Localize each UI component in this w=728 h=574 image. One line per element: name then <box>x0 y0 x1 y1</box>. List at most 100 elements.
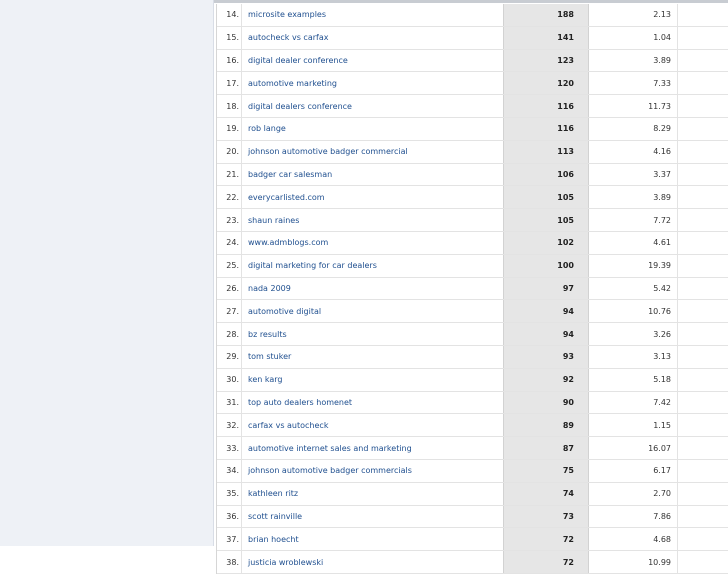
keyword-link[interactable]: www.admblogs.com <box>248 238 328 247</box>
table-row: 20.johnson automotive badger commercial1… <box>217 141 728 164</box>
visits-value: 94 <box>503 323 589 345</box>
keyword-link[interactable]: bz results <box>248 330 287 339</box>
clipped-column-cell: 0 <box>677 392 728 414</box>
keyword-link[interactable]: nada 2009 <box>248 284 291 293</box>
keyword-link[interactable]: johnson automotive badger commercial <box>248 147 408 156</box>
keyword-link[interactable]: rob lange <box>248 124 286 133</box>
keyword-link[interactable]: autocheck vs carfax <box>248 33 328 42</box>
clipped-column-cell: 0 <box>677 414 728 436</box>
row-rank: 26. <box>217 278 239 300</box>
row-rank: 14. <box>217 4 239 26</box>
row-rank: 31. <box>217 392 239 414</box>
keyword-link[interactable]: automotive digital <box>248 307 321 316</box>
visits-value: 94 <box>503 300 589 322</box>
keyword-cell: tom stuker <box>241 346 508 368</box>
keyword-cell: johnson automotive badger commercials <box>241 460 508 482</box>
keyword-link[interactable]: top auto dealers homenet <box>248 398 352 407</box>
row-rank: 25. <box>217 255 239 277</box>
keyword-link[interactable]: brian hoecht <box>248 535 299 544</box>
keyword-link[interactable]: scott rainville <box>248 512 302 521</box>
table-row: 14. microsite examples 1882.130 <box>217 4 728 27</box>
table-row: 25.digital marketing for car dealers1001… <box>217 255 728 278</box>
clipped-column-cell: 0 <box>677 528 728 550</box>
keyword-link[interactable]: automotive marketing <box>248 79 337 88</box>
row-rank: 38. <box>217 551 239 573</box>
table-row: 28.bz results943.260 <box>217 323 728 346</box>
visits-value: 120 <box>503 72 589 94</box>
keyword-report-table: 14.microsite examples1882.13015.autochec… <box>216 4 728 574</box>
keyword-link[interactable]: johnson automotive badger commercials <box>248 466 412 475</box>
table-row: 35.kathleen ritz742.700 <box>217 483 728 506</box>
table-row: 34.johnson automotive badger commercials… <box>217 460 728 483</box>
visits-value: 74 <box>503 483 589 505</box>
pages-per-visit-value: 1.04 <box>589 27 677 49</box>
clipped-column-cell: 0 <box>677 186 728 208</box>
keyword-link[interactable]: automotive internet sales and marketing <box>248 444 412 453</box>
table-row: 27.automotive digital9410.760 <box>217 300 728 323</box>
pages-per-visit-value: 10.99 <box>589 551 677 573</box>
keyword-cell: nada 2009 <box>241 278 508 300</box>
row-rank: 36. <box>217 506 239 528</box>
clipped-column-cell: 0 <box>677 506 728 528</box>
keyword-link[interactable]: carfax vs autocheck <box>248 421 328 430</box>
keyword-link[interactable]: badger car salesman <box>248 170 332 179</box>
visits-value: 141 <box>503 27 589 49</box>
clipped-column-cell: 0 <box>677 437 728 459</box>
visits-value: 93 <box>503 346 589 368</box>
pages-per-visit-value: 4.16 <box>589 141 677 163</box>
keyword-cell: ken karg <box>241 369 508 391</box>
pages-per-visit-value: 2.13 <box>589 4 677 26</box>
keyword-link[interactable]: justicia wroblewski <box>248 558 323 567</box>
visits-value: 116 <box>503 95 589 117</box>
keyword-link[interactable]: digital dealers conference <box>248 102 352 111</box>
clipped-column-cell: 0 <box>677 551 728 573</box>
keyword-link[interactable]: digital marketing for car dealers <box>248 261 377 270</box>
keyword-link[interactable]: kathleen ritz <box>248 489 298 498</box>
row-rank: 23. <box>217 209 239 231</box>
clipped-column-cell: 0 <box>677 27 728 49</box>
visits-value: 106 <box>503 164 589 186</box>
clipped-column-cell: 0 <box>677 483 728 505</box>
keyword-link[interactable]: ken karg <box>248 375 283 384</box>
visits-value: 72 <box>503 528 589 550</box>
keyword-cell: top auto dealers homenet <box>241 392 508 414</box>
keyword-link[interactable]: everycarlisted.com <box>248 193 325 202</box>
row-rank: 19. <box>217 118 239 140</box>
table-row: 23.shaun raines1057.720 <box>217 209 728 232</box>
keyword-link[interactable]: microsite examples <box>248 10 326 19</box>
clipped-column-cell: 0 <box>677 141 728 163</box>
table-row: 16.digital dealer conference1233.890 <box>217 50 728 73</box>
visits-value: 100 <box>503 255 589 277</box>
clipped-column-cell: 0 <box>677 164 728 186</box>
table-row: 15.autocheck vs carfax1411.040 <box>217 27 728 50</box>
pages-per-visit-value: 1.15 <box>589 414 677 436</box>
pages-per-visit-value: 11.73 <box>589 95 677 117</box>
keyword-cell: digital dealers conference <box>241 95 508 117</box>
row-rank: 33. <box>217 437 239 459</box>
keyword-link[interactable]: digital dealer conference <box>248 56 348 65</box>
keyword-link[interactable]: tom stuker <box>248 352 291 361</box>
keyword-cell: badger car salesman <box>241 164 508 186</box>
clipped-column-cell: 0 <box>677 72 728 94</box>
keyword-cell: rob lange <box>241 118 508 140</box>
table-row: 31.top auto dealers homenet907.420 <box>217 392 728 415</box>
pages-per-visit-value: 3.89 <box>589 186 677 208</box>
keyword-cell: johnson automotive badger commercial <box>241 141 508 163</box>
visits-value: 113 <box>503 141 589 163</box>
row-rank: 24. <box>217 232 239 254</box>
clipped-column-cell: 0 <box>677 50 728 72</box>
pages-per-visit-value: 16.07 <box>589 437 677 459</box>
visits-value: 188 <box>503 4 589 26</box>
visits-value: 89 <box>503 414 589 436</box>
row-rank: 37. <box>217 528 239 550</box>
table-row: 24.www.admblogs.com1024.610 <box>217 232 728 255</box>
pages-per-visit-value: 2.70 <box>589 483 677 505</box>
keyword-cell: bz results <box>241 323 508 345</box>
pages-per-visit-value: 4.61 <box>589 232 677 254</box>
keyword-link[interactable]: shaun raines <box>248 216 299 225</box>
pages-per-visit-value: 5.42 <box>589 278 677 300</box>
left-sidebar-panel <box>0 0 214 546</box>
visits-value: 116 <box>503 118 589 140</box>
clipped-column-cell: 0 <box>677 4 728 26</box>
keyword-cell: carfax vs autocheck <box>241 414 508 436</box>
